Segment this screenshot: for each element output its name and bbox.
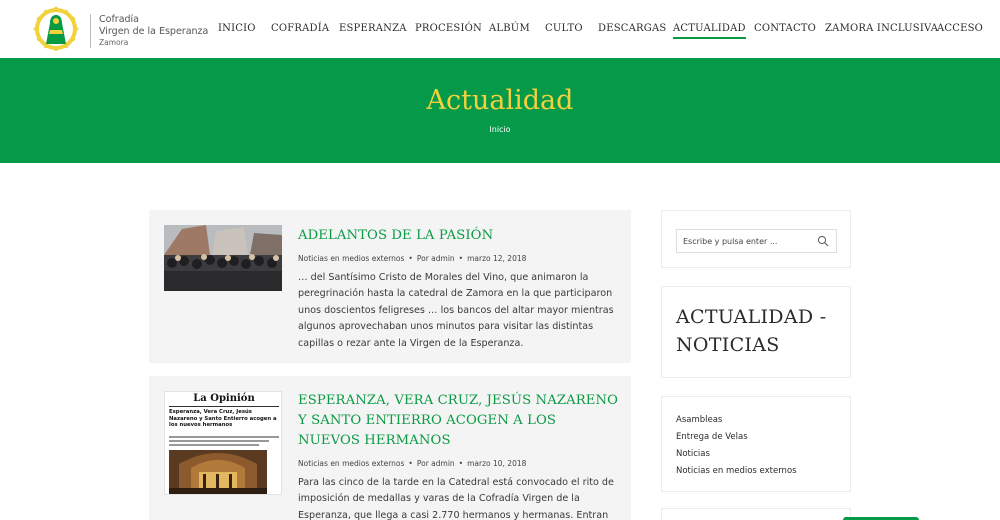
text-line — [169, 444, 259, 446]
post-meta: Noticias en medios externos • Por admin • ma… — [298, 254, 527, 263]
search-icon[interactable] — [817, 235, 829, 247]
next-widget — [661, 508, 851, 520]
site-header: Cofradía Virgen de la Esperanza Zamora I… — [0, 0, 1000, 58]
main-nav: INICIO COFRADÍA ESPERANZA PROCESIÓN ALBÚ… — [0, 23, 1000, 39]
title-widget: ACTUALIDAD - NOTICIAS — [661, 286, 851, 378]
post-author[interactable]: Por admin — [417, 459, 455, 468]
post-thumbnail-procession[interactable] — [164, 225, 282, 291]
breadcrumb-inicio[interactable]: Inicio — [0, 125, 1000, 134]
procession-photo-icon — [164, 225, 282, 291]
page-banner: Actualidad Inicio — [0, 58, 1000, 163]
nav-item-contacto[interactable]: CONTACTO — [754, 23, 816, 34]
newspaper-clip: La Opinión Esperanza, Vera Cruz, Jesús N… — [164, 391, 282, 495]
categories-widget: Asambleas Entrega de Velas Noticias Noti… — [661, 396, 851, 492]
nav-item-acceso[interactable]: ACCESO — [937, 23, 983, 34]
post-card: La Opinión Esperanza, Vera Cruz, Jesús N… — [149, 376, 631, 520]
post-author[interactable]: Por admin — [417, 254, 455, 263]
sidebar-title: ACTUALIDAD - NOTICIAS — [676, 306, 827, 356]
nav-item-album[interactable]: ALBÚM — [489, 23, 530, 34]
nav-item-procesion[interactable]: PROCESIÓN — [415, 23, 482, 34]
post-date: marzo 12, 2018 — [467, 254, 527, 263]
brand-line-3: Zamora — [99, 38, 129, 47]
text-line — [169, 440, 269, 442]
post-excerpt: Para las cinco de la tarde en la Catedra… — [298, 477, 614, 520]
nav-item-esperanza[interactable]: ESPERANZA — [339, 23, 407, 34]
masthead-rule — [169, 406, 279, 407]
category-list: Asambleas Entrega de Velas Noticias Noti… — [676, 412, 797, 480]
nav-item-cofradia[interactable]: COFRADÍA — [271, 23, 329, 34]
nav-item-culto[interactable]: CULTO — [545, 23, 583, 34]
newspaper-masthead: La Opinión — [193, 393, 255, 404]
post-title[interactable]: ESPERANZA, VERA CRUZ, JESÚS NAZARENO Y S… — [298, 391, 618, 451]
category-link[interactable]: Noticias en medios externos — [676, 463, 797, 480]
search-input[interactable] — [683, 230, 813, 252]
post-category[interactable]: Noticias en medios externos — [298, 254, 404, 263]
post-card: ADELANTOS DE LA PASIÓN Noticias en medio… — [149, 210, 631, 363]
nav-item-descargas[interactable]: DESCARGAS — [598, 23, 666, 34]
nav-item-zamora-inclusiva[interactable]: ZAMORA INCLUSIVA — [825, 23, 938, 34]
post-category[interactable]: Noticias en medios externos — [298, 459, 404, 468]
search-box — [676, 229, 837, 253]
text-line — [169, 436, 279, 438]
search-widget — [661, 210, 851, 268]
post-date: marzo 10, 2018 — [467, 459, 527, 468]
post-thumbnail-newspaper[interactable]: La Opinión Esperanza, Vera Cruz, Jesús N… — [164, 391, 282, 495]
category-link[interactable]: Entrega de Velas — [676, 429, 797, 446]
page-title: Actualidad — [426, 85, 574, 116]
post-excerpt: … del Santísimo Cristo de Morales del Vi… — [298, 272, 614, 349]
post-title[interactable]: ADELANTOS DE LA PASIÓN — [298, 226, 618, 246]
newspaper-headline: Esperanza, Vera Cruz, Jesús Nazareno y S… — [169, 409, 277, 428]
church-interior-photo-icon — [169, 450, 267, 494]
nav-item-inicio[interactable]: INICIO — [218, 23, 256, 34]
category-link[interactable]: Asambleas — [676, 412, 797, 429]
nav-item-actualidad[interactable]: ACTUALIDAD — [673, 23, 746, 39]
category-link[interactable]: Noticias — [676, 446, 797, 463]
post-meta: Noticias en medios externos • Por admin • ma… — [298, 459, 527, 468]
